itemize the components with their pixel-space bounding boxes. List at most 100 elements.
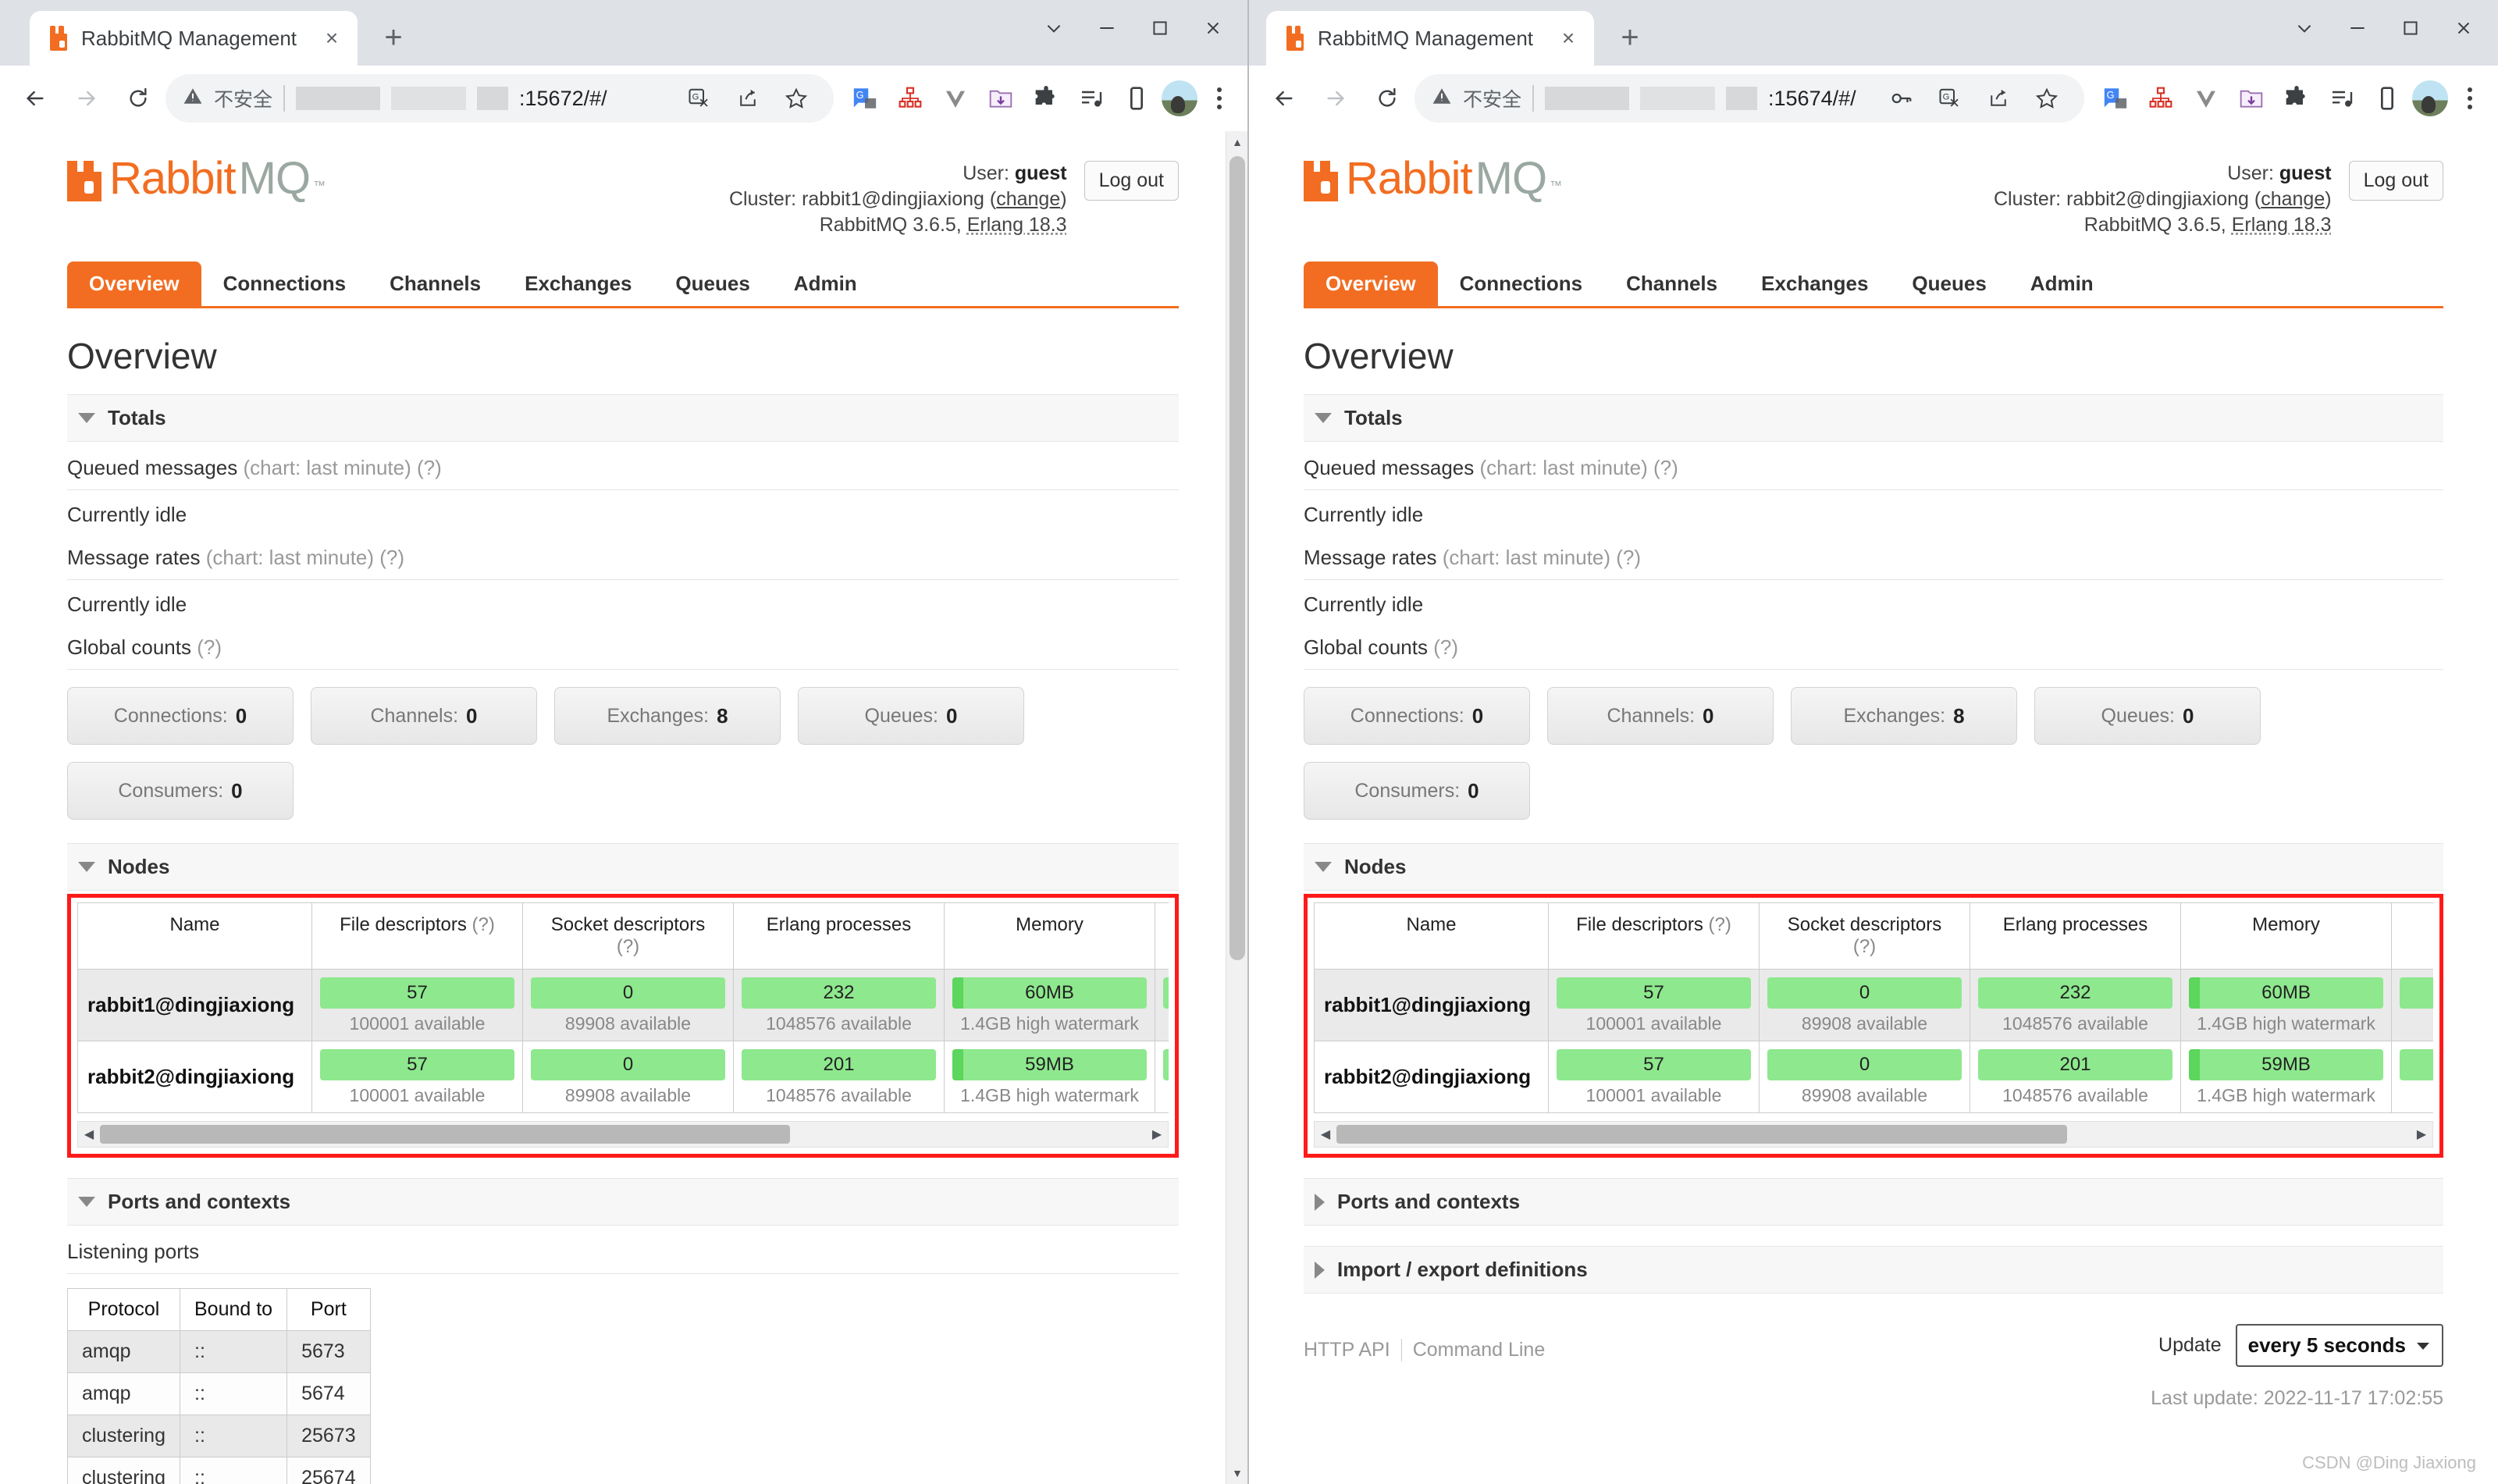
col-erlang-processes[interactable]: Erlang processes xyxy=(733,902,945,970)
download-folder-extension-icon[interactable] xyxy=(2231,78,2272,119)
playlist-icon[interactable] xyxy=(2322,78,2362,119)
tab-queues[interactable]: Queues xyxy=(1890,262,2008,306)
tab-overview[interactable]: Overview xyxy=(1304,262,1438,306)
scroll-up-icon[interactable]: ▲ xyxy=(1226,131,1247,153)
profile-avatar[interactable] xyxy=(2412,80,2448,116)
device-toolbar-icon[interactable] xyxy=(1116,78,1157,119)
translate-icon[interactable]: G xyxy=(679,78,720,119)
erlang-version-link[interactable]: Erlang 18.3 xyxy=(967,214,1067,236)
count-connections[interactable]: Connections: 0 xyxy=(67,687,294,745)
minimize-window-icon[interactable] xyxy=(2331,6,2384,50)
translate-icon[interactable]: G xyxy=(1930,78,1970,119)
address-bar-right[interactable]: 不安全 :15674/#/ G xyxy=(1414,74,2084,123)
command-line-link[interactable]: Command Line xyxy=(1400,1339,1545,1361)
tab-admin[interactable]: Admin xyxy=(772,262,879,306)
col-disk-partial[interactable]: D xyxy=(2391,902,2433,970)
device-toolbar-icon[interactable] xyxy=(2367,78,2407,119)
tab-exchanges[interactable]: Exchanges xyxy=(1739,262,1890,306)
http-api-link[interactable]: HTTP API xyxy=(1304,1339,1401,1361)
scroll-right-icon[interactable]: ▶ xyxy=(2411,1126,2432,1142)
reload-icon[interactable] xyxy=(114,74,162,123)
scroll-down-icon[interactable]: ▼ xyxy=(1226,1462,1247,1484)
node-name[interactable]: rabbit2@dingjiaxiong xyxy=(1314,1041,1549,1113)
nodes-horizontal-scrollbar-right[interactable]: ◀ ▶ xyxy=(1314,1121,2433,1148)
col-socket-descriptors[interactable]: Socket descriptors (?) xyxy=(1759,902,1970,970)
sitemap-extension-icon[interactable] xyxy=(2140,78,2181,119)
node-name[interactable]: rabbit2@dingjiaxiong xyxy=(77,1041,312,1113)
col-name[interactable]: Name xyxy=(77,902,312,970)
profile-avatar[interactable] xyxy=(1162,80,1197,116)
scroll-track[interactable] xyxy=(100,1125,1146,1144)
address-bar-left[interactable]: 不安全 :15672/#/ G xyxy=(165,74,834,123)
count-exchanges[interactable]: Exchanges: 8 xyxy=(554,687,781,745)
section-totals-header[interactable]: Totals xyxy=(1304,394,2443,442)
google-translate-extension-icon[interactable]: G xyxy=(2095,78,2136,119)
count-channels[interactable]: Channels: 0 xyxy=(311,687,537,745)
node-name[interactable]: rabbit1@dingjiaxiong xyxy=(1314,969,1549,1041)
section-import-export-header[interactable]: Import / export definitions xyxy=(1304,1246,2443,1294)
tab-queues[interactable]: Queues xyxy=(653,262,771,306)
extensions-puzzle-icon[interactable] xyxy=(2276,78,2317,119)
col-memory[interactable]: Memory xyxy=(2180,902,2392,970)
change-cluster-link[interactable]: change xyxy=(2261,188,2325,210)
scroll-thumb-vertical[interactable] xyxy=(1229,156,1245,960)
download-folder-extension-icon[interactable] xyxy=(980,78,1021,119)
col-memory[interactable]: Memory xyxy=(944,902,1155,970)
sitemap-extension-icon[interactable] xyxy=(890,78,931,119)
tab-exchanges[interactable]: Exchanges xyxy=(503,262,653,306)
count-queues[interactable]: Queues: 0 xyxy=(2034,687,2261,745)
minimize-window-icon[interactable] xyxy=(1080,6,1133,50)
scroll-thumb[interactable] xyxy=(1336,1125,2067,1144)
section-nodes-header[interactable]: Nodes xyxy=(1304,843,2443,891)
password-key-icon[interactable] xyxy=(1881,78,1922,119)
maximize-window-icon[interactable] xyxy=(1133,6,1187,50)
google-translate-extension-icon[interactable]: G xyxy=(845,78,885,119)
close-window-icon[interactable] xyxy=(1187,6,1240,50)
col-erlang-processes[interactable]: Erlang processes xyxy=(1970,902,2181,970)
tab-search-chevron-icon[interactable] xyxy=(1027,6,1080,50)
logout-button[interactable]: Log out xyxy=(2348,161,2443,201)
col-file-descriptors[interactable]: File descriptors (?) xyxy=(1548,902,1760,970)
count-exchanges[interactable]: Exchanges: 8 xyxy=(1791,687,2017,745)
change-cluster-link[interactable]: change xyxy=(996,188,1060,210)
new-tab-button[interactable]: + xyxy=(1611,19,1649,56)
back-arrow-icon[interactable] xyxy=(1260,74,1308,123)
browser-tab-right[interactable]: RabbitMQ Management × xyxy=(1266,11,1594,66)
count-channels[interactable]: Channels: 0 xyxy=(1547,687,1774,745)
node-name[interactable]: rabbit1@dingjiaxiong xyxy=(77,969,312,1041)
col-name[interactable]: Name xyxy=(1314,902,1549,970)
tab-channels[interactable]: Channels xyxy=(1604,262,1739,306)
scroll-track[interactable] xyxy=(1336,1125,2411,1144)
page-vertical-scrollbar-left[interactable]: ▲ ▼ xyxy=(1226,131,1247,1484)
ports-col-bound-to[interactable]: Bound to xyxy=(179,1288,288,1331)
nodes-horizontal-scrollbar-left[interactable]: ◀ ▶ xyxy=(77,1121,1169,1148)
reload-icon[interactable] xyxy=(1363,74,1411,123)
section-nodes-header[interactable]: Nodes xyxy=(67,843,1179,891)
browser-tab-left[interactable]: RabbitMQ Management × xyxy=(30,11,358,66)
count-queues[interactable]: Queues: 0 xyxy=(798,687,1024,745)
tab-channels[interactable]: Channels xyxy=(368,262,503,306)
section-totals-header[interactable]: Totals xyxy=(67,394,1179,442)
chrome-menu-icon[interactable] xyxy=(1202,78,1237,119)
tab-connections[interactable]: Connections xyxy=(201,262,368,306)
tab-search-chevron-icon[interactable] xyxy=(2278,6,2331,50)
erlang-version-link[interactable]: Erlang 18.3 xyxy=(2232,214,2332,236)
scroll-left-icon[interactable]: ◀ xyxy=(78,1126,100,1142)
maximize-window-icon[interactable] xyxy=(2384,6,2437,50)
count-consumers[interactable]: Consumers: 0 xyxy=(67,762,294,820)
update-interval-select[interactable]: every 5 seconds xyxy=(2235,1324,2443,1367)
scroll-right-icon[interactable]: ▶ xyxy=(1146,1126,1168,1142)
bookmark-star-icon[interactable] xyxy=(776,78,817,119)
share-icon[interactable] xyxy=(728,78,768,119)
ports-col-port[interactable]: Port xyxy=(286,1288,371,1331)
vue-devtools-icon[interactable] xyxy=(935,78,976,119)
scroll-thumb[interactable] xyxy=(100,1125,791,1144)
count-connections[interactable]: Connections: 0 xyxy=(1304,687,1530,745)
col-socket-descriptors[interactable]: Socket descriptors (?) xyxy=(522,902,734,970)
close-tab-icon[interactable]: × xyxy=(1555,25,1582,52)
tab-admin[interactable]: Admin xyxy=(2009,262,2115,306)
ports-col-protocol[interactable]: Protocol xyxy=(67,1288,180,1331)
logout-button[interactable]: Log out xyxy=(1084,161,1179,201)
scroll-left-icon[interactable]: ◀ xyxy=(1315,1126,1336,1142)
count-consumers[interactable]: Consumers: 0 xyxy=(1304,762,1530,820)
